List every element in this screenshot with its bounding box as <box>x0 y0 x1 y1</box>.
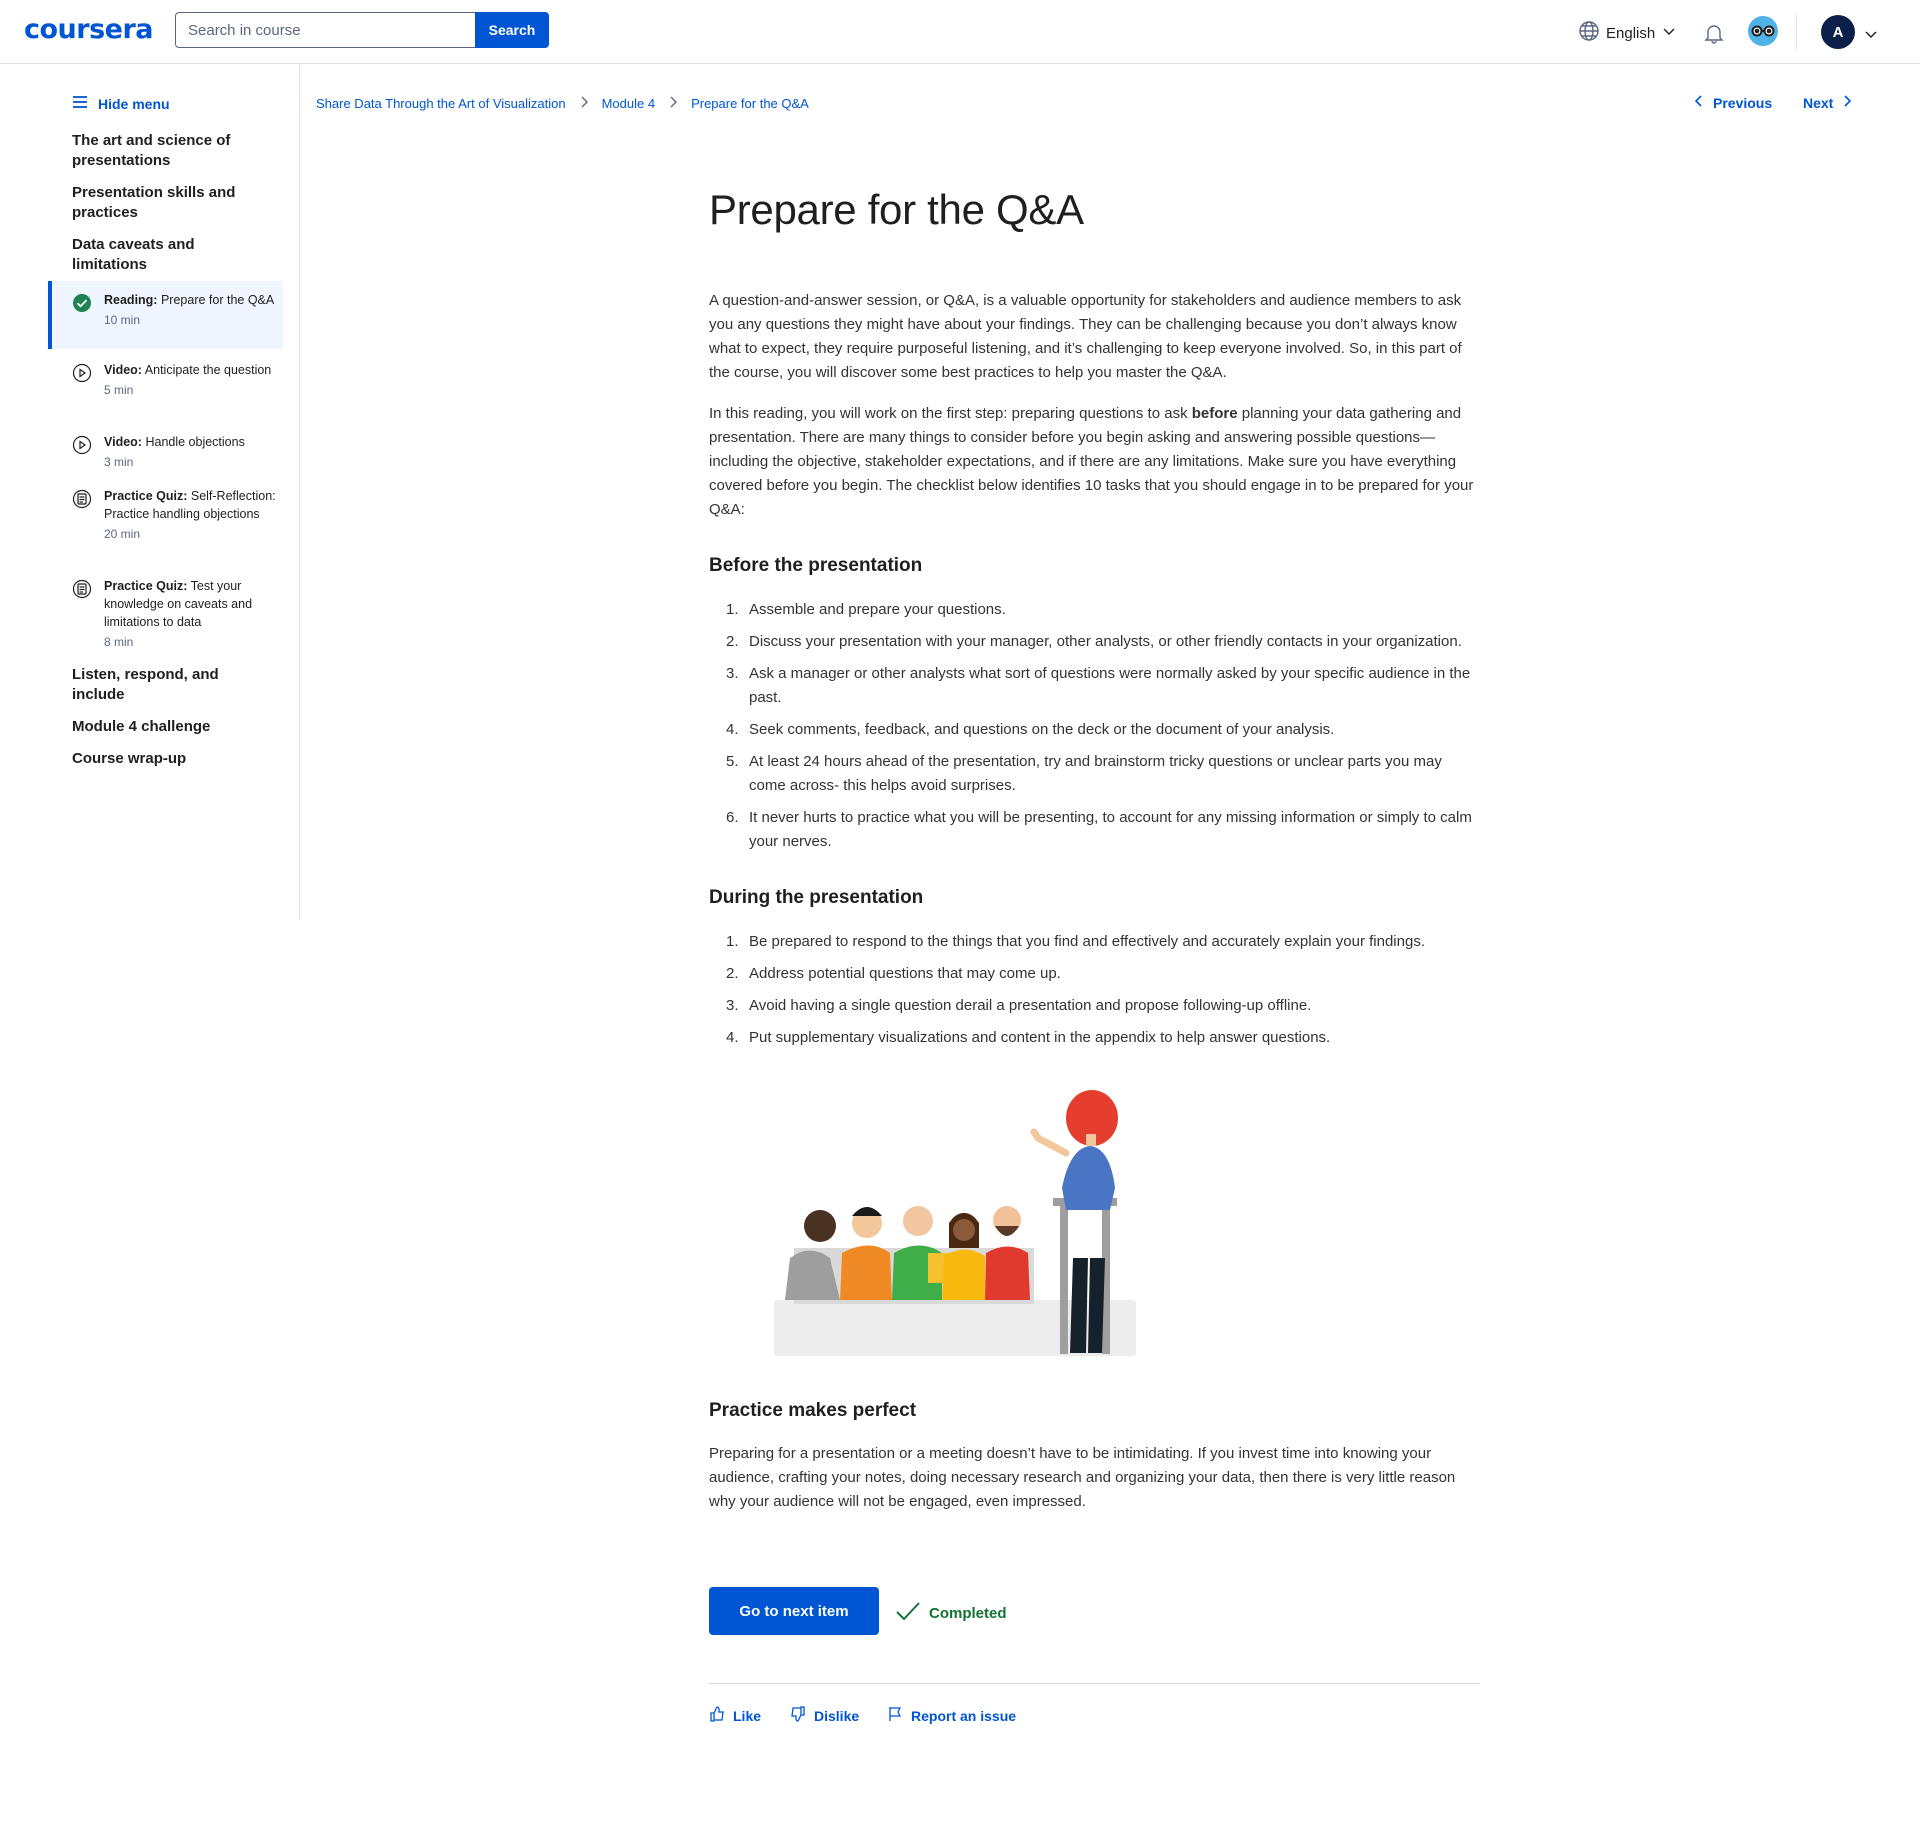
sidebar-item-quiz-self-reflection[interactable]: Practice Quiz: Self-Reflection: Practice… <box>48 487 283 543</box>
chevron-left-icon <box>1693 94 1705 111</box>
during-list: 1. Be prepared to respond to the things t… <box>709 930 1481 1058</box>
like-button[interactable]: Like <box>709 1706 761 1725</box>
chevron-right-icon <box>1841 94 1853 111</box>
check-circle-icon <box>72 293 92 318</box>
sidebar-section[interactable]: Course wrap-up <box>72 749 252 769</box>
breadcrumb-course[interactable]: Share Data Through the Art of Visualizat… <box>316 96 566 111</box>
completed-label: Completed <box>929 1604 1007 1622</box>
thumbs-down-icon <box>790 1706 806 1725</box>
intro-paragraph: A question-and-answer session, or Q&A, i… <box>709 292 1462 381</box>
hamburger-icon <box>72 95 88 112</box>
chevron-down-icon <box>1661 23 1677 43</box>
checkmark-icon <box>895 1600 921 1626</box>
checklist-intro-paragraph: In this reading, you will work on the fi… <box>709 402 1481 522</box>
notifications-bell-icon[interactable] <box>1703 22 1725 49</box>
list-item: 4. Seek comments, feedback, and questions… <box>726 721 1335 738</box>
item-type: Reading: <box>104 293 158 307</box>
globe-icon <box>1578 20 1600 46</box>
item-duration: 8 min <box>104 635 134 649</box>
list-item: 1. Be prepared to respond to the things t… <box>726 933 1425 950</box>
list-item: 4. Put supplementary visualizations and c… <box>726 1029 1331 1046</box>
play-circle-icon <box>72 435 92 460</box>
report-issue-button[interactable]: Report an issue <box>887 1706 1016 1725</box>
item-title: Anticipate the question <box>144 363 272 377</box>
sidebar-section[interactable]: Module 4 challenge <box>72 717 252 737</box>
thumbs-up-icon <box>709 1706 725 1725</box>
hide-menu-label: Hide menu <box>98 95 170 112</box>
item-duration: 10 min <box>104 313 141 327</box>
search-input[interactable] <box>175 12 475 48</box>
header-divider <box>1796 14 1797 50</box>
flag-icon <box>887 1706 903 1725</box>
item-title: Handle objections <box>145 435 245 449</box>
chevron-right-icon <box>578 95 590 112</box>
coach-icon[interactable] <box>1748 16 1778 46</box>
item-duration: 20 min <box>104 527 141 541</box>
completed-status: Completed <box>895 1600 1007 1626</box>
coursera-logo[interactable]: coursera <box>24 14 154 45</box>
language-label: English <box>1606 24 1656 42</box>
avatar[interactable]: A <box>1821 15 1855 49</box>
next-label: Next <box>1803 94 1834 111</box>
sidebar-item-video-anticipate[interactable]: Video: Anticipate the question 5 min <box>48 361 283 399</box>
list-item: 5. At least 24 hours ahead of the present… <box>726 753 1442 794</box>
item-type: Video: <box>104 435 142 449</box>
list-item: 3. Avoid having a single question derail … <box>726 997 1312 1014</box>
before-list: 1. Assemble and prepare your questions. 2… <box>709 598 1481 862</box>
dislike-button[interactable]: Dislike <box>790 1706 859 1725</box>
page-title: Prepare for the Q&A <box>709 186 1084 233</box>
item-duration: 3 min <box>104 455 134 469</box>
list-item: 2. Discuss your presentation with your ma… <box>726 633 1462 650</box>
item-type: Practice Quiz: <box>104 489 188 503</box>
list-item: 1. Assemble and prepare your questions. <box>726 601 1006 618</box>
para-text: In this reading, you will work on the fi… <box>709 405 1192 422</box>
like-label: Like <box>733 1707 762 1724</box>
sidebar-section[interactable]: Presentation skills and practices <box>72 183 252 223</box>
item-type: Video: <box>104 363 142 377</box>
para-bold: before <box>1191 405 1238 422</box>
list-item: 3. Ask a manager or other analysts what s… <box>726 665 1471 706</box>
item-title: Prepare for the Q&A <box>160 293 275 307</box>
sidebar-item-video-handle-objections[interactable]: Video: Handle objections 3 min <box>48 433 283 471</box>
list-item: 6. It never hurts to practice what you wi… <box>726 809 1472 850</box>
chevron-down-icon[interactable] <box>1863 26 1879 47</box>
sidebar-item-quiz-test-knowledge[interactable]: Practice Quiz: Test your knowledge on ca… <box>48 577 283 651</box>
item-type: Practice Quiz: <box>104 579 188 593</box>
before-heading: Before the presentation <box>709 555 923 576</box>
course-sidebar: Hide menu The art and science of present… <box>0 65 300 920</box>
report-label: Report an issue <box>911 1707 1017 1724</box>
sidebar-section[interactable]: Data caveats and limitations <box>72 235 252 275</box>
item-duration: 5 min <box>104 383 134 397</box>
sidebar-item-reading-prepare-qa[interactable]: Reading: Prepare for the Q&A 10 min <box>48 281 283 349</box>
list-item: 2. Address potential questions that may c… <box>726 965 1061 982</box>
footer-divider <box>709 1683 1480 1684</box>
next-button[interactable]: Next <box>1803 94 1853 111</box>
search-button[interactable]: Search <box>475 12 549 48</box>
breadcrumb-module[interactable]: Module 4 <box>602 96 655 111</box>
breadcrumb: Share Data Through the Art of Visualizat… <box>316 95 809 112</box>
previous-label: Previous <box>1713 94 1773 111</box>
during-heading: During the presentation <box>709 887 924 908</box>
previous-button[interactable]: Previous <box>1693 94 1772 111</box>
breadcrumb-current[interactable]: Prepare for the Q&A <box>691 96 809 111</box>
dislike-label: Dislike <box>814 1707 860 1724</box>
hide-menu-button[interactable]: Hide menu <box>72 95 170 112</box>
quiz-icon <box>72 579 92 604</box>
top-header: coursera Search English A <box>0 0 1920 64</box>
practice-paragraph: Preparing for a presentation or a meetin… <box>709 1445 1456 1510</box>
language-selector[interactable]: English <box>1578 20 1677 46</box>
practice-heading: Practice makes perfect <box>709 1400 917 1421</box>
go-to-next-item-button[interactable]: Go to next item <box>709 1587 879 1635</box>
presentation-illustration <box>774 1090 1136 1356</box>
sidebar-section[interactable]: Listen, respond, and include <box>72 665 252 705</box>
chevron-right-icon <box>667 95 679 112</box>
play-circle-icon <box>72 363 92 388</box>
sidebar-section[interactable]: The art and science of presentations <box>72 131 252 171</box>
quiz-icon <box>72 489 92 514</box>
